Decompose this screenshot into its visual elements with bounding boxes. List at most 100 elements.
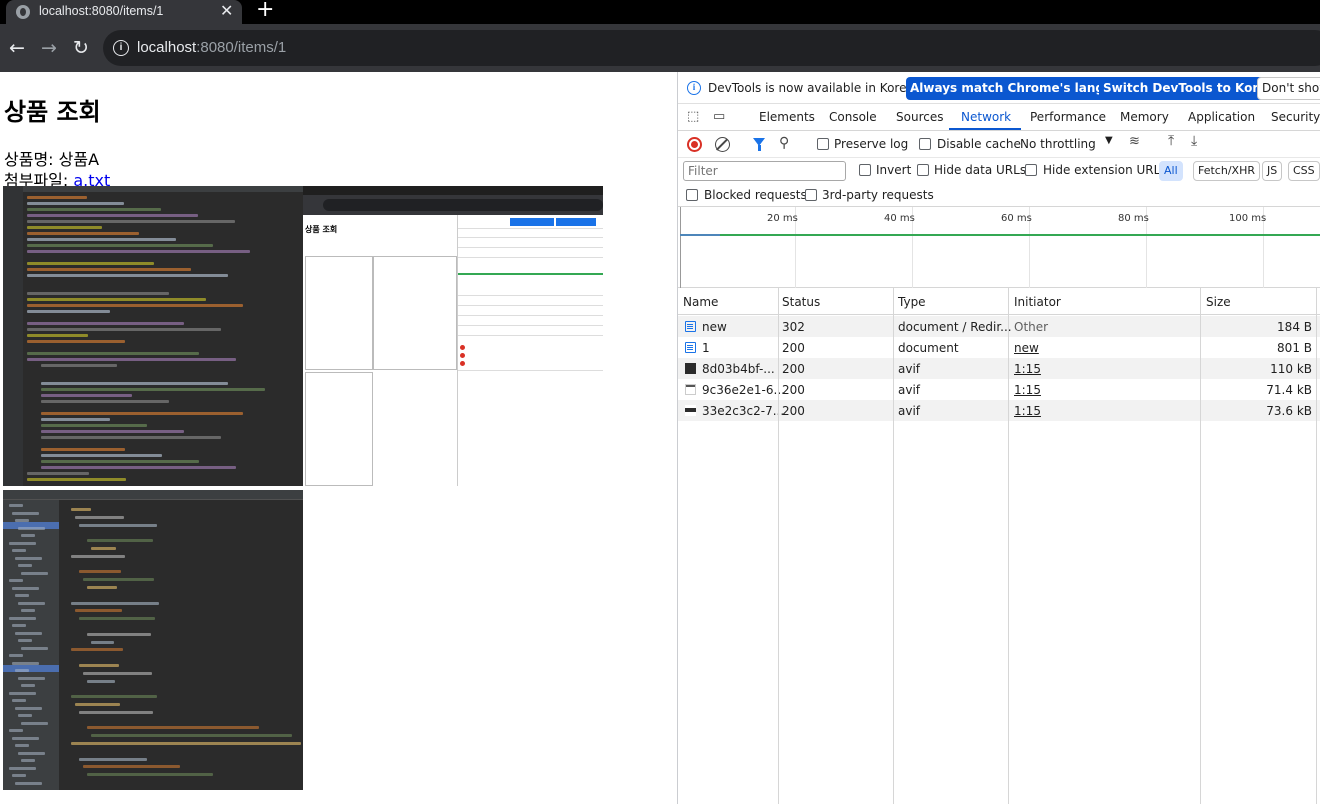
infobar-message: DevTools is now available in Korean!: [708, 81, 927, 95]
document-icon: [685, 342, 696, 353]
request-type: avif: [898, 383, 921, 397]
request-type: avif: [898, 404, 921, 418]
tab-network[interactable]: Network: [961, 110, 1011, 124]
network-conditions-icon[interactable]: ≋: [1129, 134, 1140, 149]
clear-icon[interactable]: [715, 137, 730, 152]
product-image-ide: [3, 490, 303, 790]
globe-icon: [16, 5, 30, 19]
site-info-icon[interactable]: i: [113, 40, 129, 56]
invert-label: Invert: [876, 163, 912, 177]
filter-chip-js[interactable]: JS: [1262, 161, 1283, 181]
hide-data-urls-label: Hide data URLs: [934, 163, 1027, 177]
url-path: :8080/items/1: [196, 39, 287, 56]
request-name: 9c36e2e1-6...: [702, 383, 785, 397]
filter-chip-fetch-xhr[interactable]: Fetch/XHR: [1193, 161, 1260, 181]
request-status: 200: [782, 383, 805, 397]
throttling-select[interactable]: No throttling: [1020, 137, 1096, 151]
address-bar[interactable]: i localhost:8080/items/1: [103, 30, 1320, 66]
table-row[interactable]: new 302 document / Redir... Other 184 B: [678, 316, 1320, 337]
tab-memory[interactable]: Memory: [1120, 110, 1169, 124]
timeline-bar: [680, 234, 720, 236]
overview-tick-label: 40 ms: [884, 213, 915, 224]
request-initiator[interactable]: 1:15: [1014, 362, 1041, 376]
tab-sources[interactable]: Sources: [896, 110, 943, 124]
preserve-log-label: Preserve log: [834, 137, 909, 151]
hide-extension-urls-label: Hide extension URLs: [1043, 163, 1167, 177]
dont-show-button[interactable]: Don't show: [1257, 77, 1320, 100]
filter-chip-css[interactable]: CSS: [1288, 161, 1320, 181]
chevron-down-icon[interactable]: ▼: [1105, 135, 1113, 146]
request-initiator[interactable]: 1:15: [1014, 404, 1041, 418]
preserve-log-checkbox[interactable]: [817, 138, 829, 150]
table-row[interactable]: 33e2c3c2-7... 200 avif 1:15 73.6 kB: [678, 400, 1320, 421]
upload-icon[interactable]: ⤒: [1168, 133, 1174, 149]
column-header-type[interactable]: Type: [898, 295, 926, 309]
blocked-requests-row: Blocked requests 3rd-party requests: [678, 185, 1320, 207]
table-row[interactable]: 1 200 document new 801 B: [678, 337, 1320, 358]
tab-elements[interactable]: Elements: [759, 110, 815, 124]
request-initiator[interactable]: new: [1014, 341, 1039, 355]
tab-security[interactable]: Security: [1271, 110, 1320, 124]
column-header-initiator[interactable]: Initiator: [1014, 295, 1061, 309]
disable-cache-label: Disable cache: [937, 137, 1021, 151]
document-icon: [685, 321, 696, 332]
invert-checkbox[interactable]: [859, 164, 871, 176]
request-name: new: [702, 320, 727, 334]
filter-icon[interactable]: [753, 138, 765, 151]
page-viewport: 상품 조회 상품명: 상품A 첨부파일: a.txt 상품 조회: [0, 72, 677, 804]
back-icon[interactable]: ←: [5, 36, 29, 60]
third-party-label: 3rd-party requests: [822, 188, 934, 202]
record-icon[interactable]: [687, 137, 702, 152]
network-request-table: Name Status Type Initiator Size new 302 do…: [678, 288, 1320, 804]
request-name: 8d03b4bf-...: [702, 362, 775, 376]
request-name: 33e2c3c2-7...: [702, 404, 785, 418]
device-toolbar-icon[interactable]: ▭: [713, 109, 725, 124]
filter-input[interactable]: [683, 161, 846, 181]
tab-application[interactable]: Application: [1188, 110, 1255, 124]
download-icon[interactable]: ⤓: [1191, 133, 1197, 149]
browser-tab[interactable]: localhost:8080/items/1 ✕: [6, 0, 242, 24]
reload-icon[interactable]: ↻: [69, 36, 93, 60]
hide-extension-urls-checkbox[interactable]: [1025, 164, 1037, 176]
filter-chip-all[interactable]: All: [1159, 161, 1183, 181]
request-initiator[interactable]: 1:15: [1014, 383, 1041, 397]
blocked-requests-checkbox[interactable]: [686, 189, 698, 201]
overview-tick-label: 100 ms: [1229, 213, 1267, 224]
forward-icon[interactable]: →: [37, 36, 61, 60]
image-icon: [685, 384, 696, 395]
image-icon: [685, 363, 696, 374]
tab-performance[interactable]: Performance: [1030, 110, 1106, 124]
column-header-name[interactable]: Name: [683, 295, 718, 309]
table-row[interactable]: 9c36e2e1-6... 200 avif 1:15 71.4 kB: [678, 379, 1320, 400]
overview-tick-label: 60 ms: [1001, 213, 1032, 224]
network-overview: 20 ms 40 ms 60 ms 80 ms 100 ms: [678, 207, 1320, 288]
tab-console[interactable]: Console: [829, 110, 877, 124]
search-icon[interactable]: ⚲: [779, 135, 789, 151]
table-row[interactable]: 8d03b4bf-... 200 avif 1:15 110 kB: [678, 358, 1320, 379]
blocked-requests-label: Blocked requests: [704, 188, 807, 202]
disable-cache-checkbox[interactable]: [919, 138, 931, 150]
inspect-icon[interactable]: ⬚: [687, 109, 699, 124]
request-type: document: [898, 341, 959, 355]
request-type: avif: [898, 362, 921, 376]
new-tab-icon[interactable]: +: [256, 0, 274, 22]
request-size: 110 kB: [1270, 362, 1312, 376]
close-icon[interactable]: ✕: [220, 1, 233, 20]
network-toolbar: ⚲ Preserve log Disable cache No throttli…: [678, 131, 1320, 158]
request-initiator: Other: [1014, 320, 1049, 334]
hide-data-urls-checkbox[interactable]: [917, 164, 929, 176]
tab-title: localhost:8080/items/1: [39, 4, 164, 18]
browser-toolbar: ← → ↻ i localhost:8080/items/1: [0, 24, 1320, 72]
active-tab-indicator: [949, 128, 1021, 130]
request-status: 200: [782, 404, 805, 418]
request-size: 801 B: [1277, 341, 1312, 355]
request-name: 1: [702, 341, 710, 355]
url-text: localhost:8080/items/1: [137, 39, 286, 56]
request-size: 184 B: [1277, 320, 1312, 334]
column-header-size[interactable]: Size: [1206, 295, 1231, 309]
timeline-bar: [680, 234, 1320, 236]
request-status: 302: [782, 320, 805, 334]
third-party-checkbox[interactable]: [805, 189, 817, 201]
column-header-status[interactable]: Status: [782, 295, 820, 309]
page-title: 상품 조회: [4, 98, 101, 126]
